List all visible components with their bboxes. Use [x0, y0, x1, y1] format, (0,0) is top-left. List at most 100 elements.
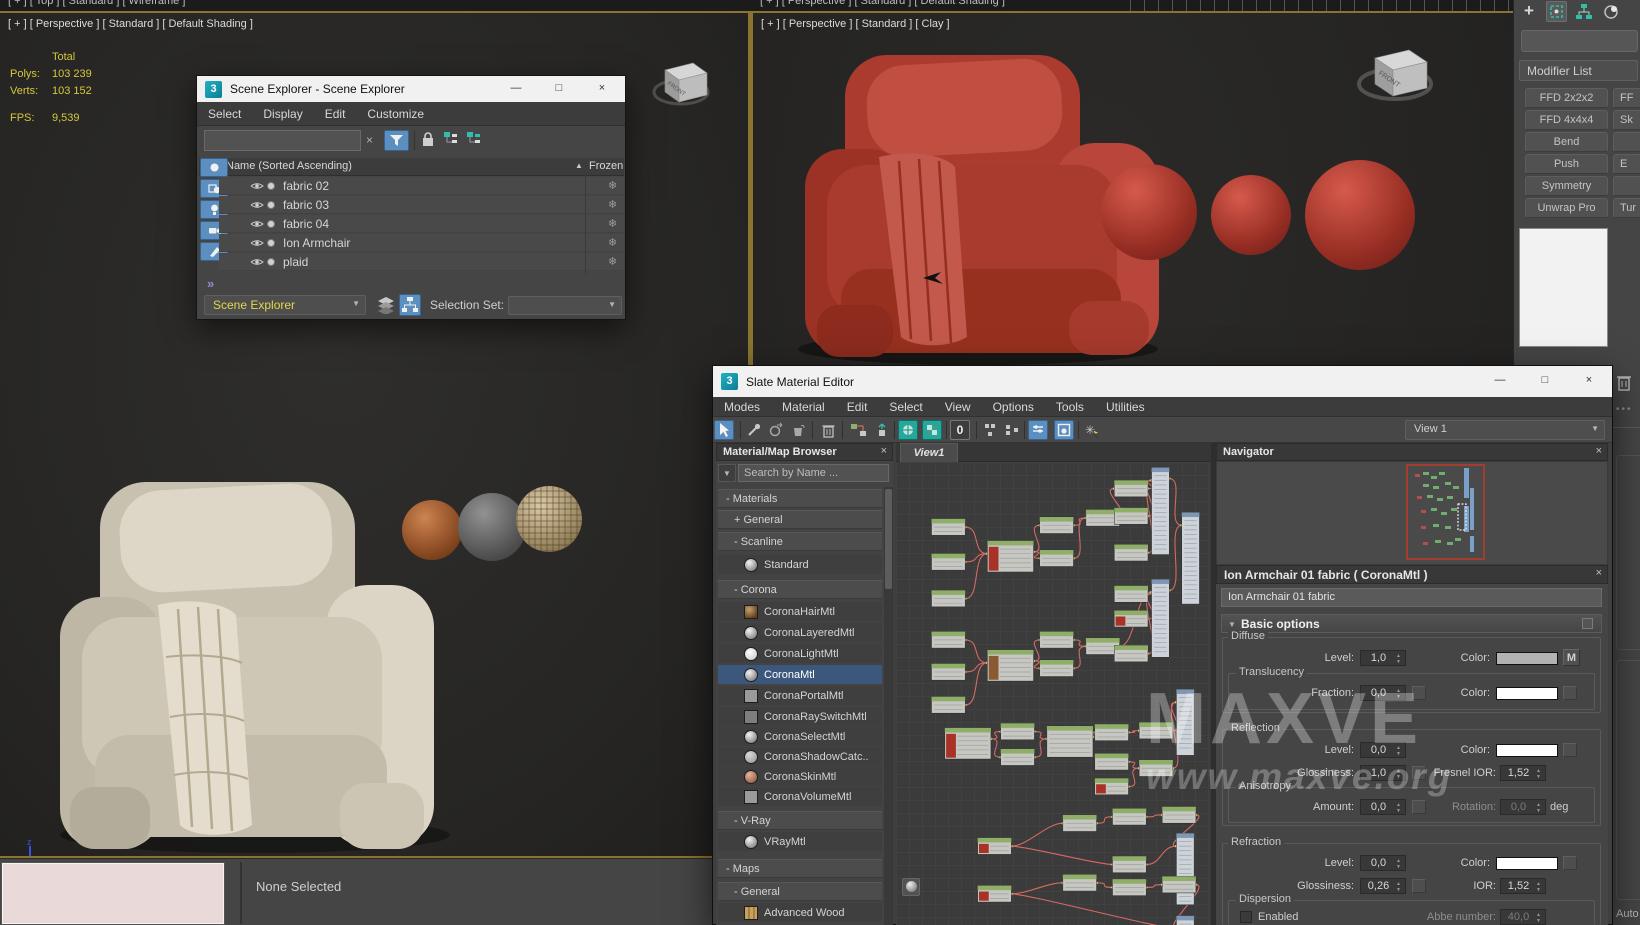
browser-scrollbar[interactable] — [884, 487, 893, 925]
dispersion-enabled-checkbox[interactable] — [1240, 911, 1252, 923]
move-children-icon[interactable] — [848, 420, 868, 440]
browser-item-coronavolumemtl[interactable]: CoronaVolumeMtl — [718, 787, 882, 806]
browser-item-coronashadowcatchermtl[interactable]: CoronaShadowCatc.. — [718, 747, 882, 766]
browser-item-coronaskinmtl[interactable]: CoronaSkinMtl — [718, 767, 882, 786]
menu-select[interactable]: Select — [878, 400, 933, 414]
browser-item-advanced-wood[interactable]: Advanced Wood — [718, 903, 882, 922]
slate-titlebar[interactable]: 3 Slate Material Editor — [713, 366, 1612, 397]
browser-item-coronarayswitchmtl[interactable]: CoronaRaySwitchMtl — [718, 707, 882, 726]
pick-material-eyedropper-icon[interactable] — [744, 420, 764, 440]
divider — [740, 421, 741, 439]
show-shaded-material-icon[interactable] — [898, 420, 918, 440]
menu-modes[interactable]: Modes — [713, 400, 771, 414]
amount-map-button[interactable] — [1412, 800, 1426, 814]
glossiness-map-button[interactable] — [1412, 766, 1426, 780]
material-params-header[interactable]: Ion Armchair 01 fabric ( CoronaMtl ) × — [1216, 565, 1608, 584]
menu-tools[interactable]: Tools — [1045, 400, 1095, 414]
browser-search-input[interactable]: Search by Name ... — [738, 464, 889, 482]
close-panel-icon[interactable]: × — [881, 445, 887, 457]
browser-group-materials[interactable]: - Materials — [718, 489, 882, 508]
material-name-field[interactable]: Ion Armchair 01 fabric — [1221, 588, 1602, 607]
preview-window-icon[interactable] — [1054, 420, 1074, 440]
divider — [894, 421, 895, 439]
browser-group-vray[interactable]: - V-Ray — [718, 811, 882, 830]
browser-group-maps[interactable]: - Maps — [718, 859, 882, 878]
render-map-icon[interactable]: ✳ — [1082, 420, 1102, 440]
close-button[interactable]: × — [1581, 373, 1597, 389]
layout-vertical-icon[interactable] — [980, 420, 1000, 440]
navigator-body[interactable] — [1216, 461, 1608, 565]
put-material-to-scene-icon[interactable] — [766, 420, 786, 440]
divider — [812, 421, 813, 439]
material-thumb-icon — [744, 626, 758, 640]
material-thumb-icon — [744, 605, 758, 619]
fresnel-ior-spinner[interactable]: 1,52▲▼ — [1500, 765, 1546, 781]
menu-material[interactable]: Material — [771, 400, 836, 414]
rotation-spinner-disabled: 0,0▲▼ — [1500, 799, 1546, 815]
show-background-icon[interactable] — [922, 420, 942, 440]
material-parameter-editor-icon[interactable] — [1028, 420, 1048, 440]
menu-edit[interactable]: Edit — [836, 400, 879, 414]
refraction-glossiness-spinner[interactable]: 0,26▲▼ — [1360, 878, 1406, 894]
translucency-map-button[interactable] — [1563, 686, 1577, 700]
view-selector-dropdown[interactable]: View 1 ▼ — [1405, 420, 1605, 440]
close-panel-icon[interactable]: × — [1596, 445, 1602, 457]
minimize-button[interactable]: — — [1492, 373, 1508, 389]
reflection-glossiness-spinner[interactable]: 1,0▲▼ — [1360, 765, 1406, 781]
refraction-color-swatch[interactable] — [1496, 857, 1558, 870]
rollout-corner-icon[interactable] — [1582, 618, 1593, 629]
browser-group-scanline[interactable]: - Scanline — [718, 532, 882, 551]
reflection-color-swatch[interactable] — [1496, 744, 1558, 757]
browser-item-standard[interactable]: Standard — [718, 555, 882, 574]
browser-item-coronaselectmtl[interactable]: CoronaSelectMtl — [718, 727, 882, 746]
hide-unused-slots-icon[interactable] — [872, 420, 892, 440]
canvas-material-preview-icon[interactable] — [902, 878, 920, 896]
navigator-header[interactable]: Navigator × — [1216, 443, 1608, 461]
reflection-color-map-button[interactable] — [1563, 743, 1577, 757]
layout-horizontal-icon[interactable] — [1002, 420, 1022, 440]
slate-menubar: Modes Material Edit Select View Options … — [713, 397, 1612, 417]
maximize-button[interactable]: □ — [1537, 373, 1553, 389]
refraction-glossiness-label: Glossiness: — [1250, 880, 1354, 892]
deg-label: deg — [1550, 801, 1580, 813]
divider — [1078, 421, 1079, 439]
anisotropy-group-label: Anisotropy — [1236, 780, 1294, 792]
browser-group-general[interactable]: + General — [718, 510, 882, 529]
basic-options-rollout[interactable]: ▼ Basic options — [1221, 614, 1602, 633]
browser-item-coronahairmtl[interactable]: CoronaHairMtl — [718, 602, 882, 621]
ior-spinner[interactable]: 1,52▲▼ — [1500, 878, 1546, 894]
browser-item-coronamtl-selected[interactable]: CoronaMtl — [718, 665, 882, 684]
3dsmax-application: [ + ] [ Top ] [ Standard ] [ Wireframe ]… — [0, 0, 1640, 925]
refraction-color-map-button[interactable] — [1563, 856, 1577, 870]
node-graph-canvas[interactable] — [896, 462, 1211, 925]
browser-item-vraymtl[interactable]: VRayMtl — [718, 832, 882, 851]
show-number-icon[interactable]: 0 — [950, 420, 970, 440]
view1-tab[interactable]: View1 — [900, 443, 958, 462]
assign-material-icon[interactable] — [788, 420, 808, 440]
reflection-color-label: Color: — [1366, 744, 1490, 756]
close-panel-icon[interactable]: × — [1596, 567, 1602, 579]
menu-options[interactable]: Options — [982, 400, 1045, 414]
refraction-group-label: Refraction — [1228, 836, 1284, 848]
ior-label: IOR: — [1426, 880, 1496, 892]
browser-group-corona[interactable]: - Corona — [718, 580, 882, 599]
dispersion-group-label: Dispersion — [1236, 893, 1294, 905]
diffuse-map-button[interactable]: M — [1563, 649, 1580, 666]
select-tool-icon[interactable] — [714, 420, 734, 440]
translucency-color-swatch[interactable] — [1496, 687, 1558, 700]
amount-spinner[interactable]: 0,0▲▼ — [1360, 799, 1406, 815]
material-thumb-icon — [744, 730, 758, 744]
3dsmax-logo-icon: 3 — [721, 373, 738, 390]
browser-item-coronalightmtl[interactable]: CoronaLightMtl — [718, 644, 882, 663]
browser-header[interactable]: Material/Map Browser × — [716, 443, 893, 461]
browser-item-coronaportalmtl[interactable]: CoronaPortalMtl — [718, 686, 882, 705]
menu-view[interactable]: View — [934, 400, 982, 414]
refraction-glossiness-map-button[interactable] — [1412, 879, 1426, 893]
browser-item-coronalayeredmtl[interactable]: CoronaLayeredMtl — [718, 623, 882, 642]
menu-utilities[interactable]: Utilities — [1095, 400, 1156, 414]
material-node-graph[interactable] — [896, 462, 1211, 925]
browser-options-dropdown-icon[interactable]: ▼ — [718, 464, 736, 482]
diffuse-color-swatch[interactable] — [1496, 652, 1558, 665]
delete-icon[interactable] — [818, 420, 838, 440]
browser-group-maps-general[interactable]: - General — [718, 882, 882, 901]
